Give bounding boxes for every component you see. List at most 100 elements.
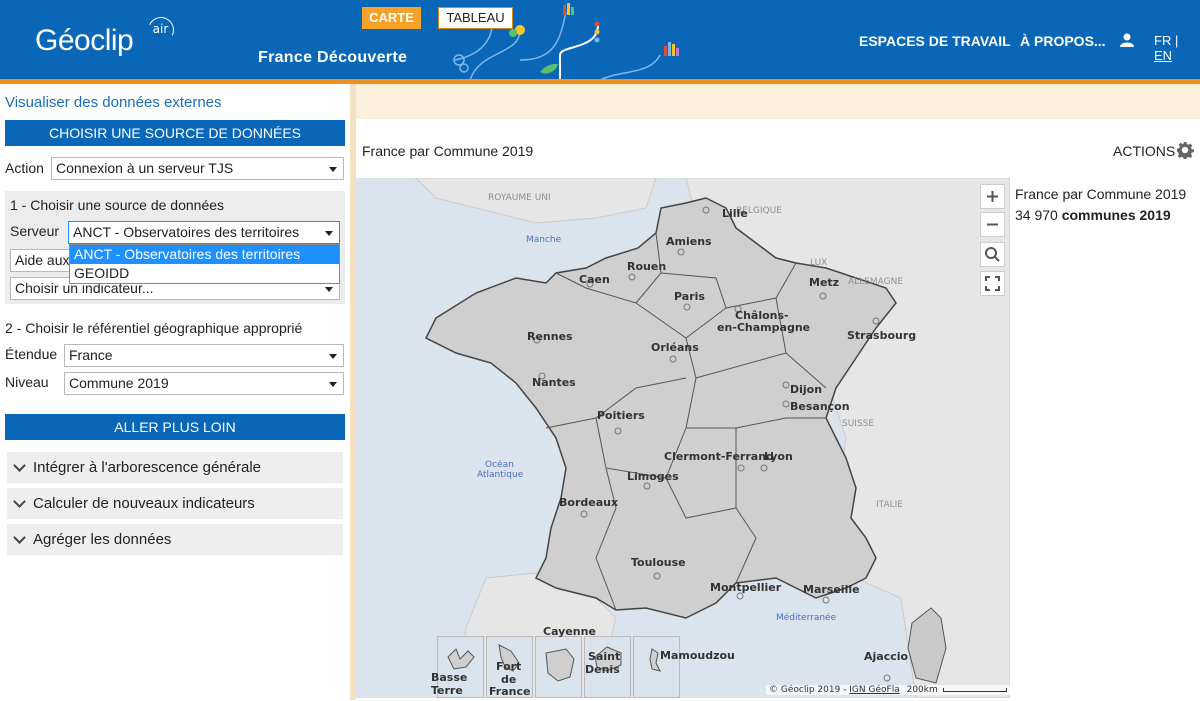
user-icon[interactable] <box>1120 33 1134 47</box>
chevron-down-icon <box>325 287 333 292</box>
app-logo[interactable]: Géoclip <box>35 24 134 58</box>
map-canvas[interactable] <box>356 178 1010 698</box>
map-city-label: Rennes <box>527 330 573 343</box>
map-country-label: LUX <box>810 258 828 268</box>
map-attribution: © Géoclip 2019 - IGN GéoFla 200km <box>766 685 1010 695</box>
map-country-label: ALLEMAGNE <box>848 277 904 287</box>
inset-label: Cayenne <box>543 625 596 638</box>
action-label: Action <box>5 160 44 176</box>
search-icon <box>985 247 1000 262</box>
legend-unit: communes 2019 <box>1061 207 1171 223</box>
nav-workspaces-link[interactable]: ESPACES DE TRAVAIL <box>859 33 1011 49</box>
legend-count: 34 970 <box>1015 207 1058 223</box>
tab-map[interactable]: CARTE <box>362 7 421 29</box>
step2-label: 2 - Choisir le référentiel géographique … <box>5 320 303 336</box>
map-city-label: Amiens <box>666 235 712 248</box>
legend-count-row: 34 970 communes 2019 <box>1015 207 1171 223</box>
server-select[interactable]: ANCT - Observatoires des territoires <box>68 221 340 244</box>
map-city-label: Metz <box>809 276 840 289</box>
zoom-out-button[interactable] <box>980 212 1005 237</box>
nav-about-link[interactable]: À PROPOS... <box>1020 33 1106 49</box>
map-sea-label: Océan <box>485 460 514 470</box>
inset-label: France <box>489 685 531 698</box>
scale-bar <box>942 687 1007 692</box>
inset-label: Basse <box>431 671 468 684</box>
chevron-down-icon <box>325 231 333 236</box>
map-city-label: Strasbourg <box>847 329 917 342</box>
map-city-label: Lyon <box>764 450 793 463</box>
server-option-anct[interactable]: ANCT - Observatoires des territoires <box>70 245 339 264</box>
map-city-label: Paris <box>674 290 705 303</box>
panel-title: Visualiser des données externes <box>5 94 222 111</box>
legend-title: France par Commune 2019 <box>1015 186 1187 202</box>
inset-mayotte[interactable] <box>633 636 680 698</box>
server-label: Serveur <box>10 223 60 239</box>
accordion-calculate[interactable]: Calculer de nouveaux indicateurs <box>7 488 343 519</box>
view-tabs <box>356 84 1200 119</box>
map-country-label: SUISSE <box>842 419 875 429</box>
map-city-label: Toulouse <box>631 556 686 569</box>
map-city-label: Montpellier <box>710 581 782 594</box>
site-title: France Découverte <box>258 49 408 66</box>
chevron-down-icon <box>329 167 337 172</box>
map-scale: 200km <box>906 685 938 695</box>
minus-icon <box>987 223 998 226</box>
gear-icon[interactable] <box>1176 141 1194 159</box>
map-city-label: Dijon <box>790 383 823 396</box>
chevron-down-icon <box>13 459 26 472</box>
step1-label: 1 - Choisir une source de données <box>10 197 225 213</box>
lang-en-link[interactable]: EN <box>1154 48 1172 63</box>
server-dropdown-list: ANCT - Observatoires des territoires GEO… <box>69 244 340 284</box>
accordion-integrate[interactable]: Intégrer à l'arborescence générale <box>7 452 343 483</box>
app-header: Géoclip air France Découverte ESPACES DE… <box>0 0 1200 80</box>
section-source-header: CHOISIR UNE SOURCE DE DONNÉES <box>5 120 345 146</box>
inset-label: Terre <box>431 684 463 697</box>
zoom-in-button[interactable] <box>980 184 1005 209</box>
inset-label: Fort <box>496 660 522 673</box>
lang-separator: | <box>1174 33 1179 48</box>
map-city-label: Clermont-Ferrand <box>664 450 774 463</box>
map-city-label: Poitiers <box>597 409 645 422</box>
map-title: France par Commune 2019 <box>362 143 534 159</box>
map-city-label: Caen <box>579 273 610 286</box>
map-city-label: Besançon <box>790 400 850 413</box>
level-label: Niveau <box>5 374 49 390</box>
server-option-geoidd[interactable]: GEOIDD <box>70 264 339 283</box>
chevron-down-icon <box>13 495 26 508</box>
lang-fr-link[interactable]: FR <box>1154 33 1171 48</box>
fullscreen-icon <box>985 276 1000 291</box>
map-city-label: en-Champagne <box>717 321 811 334</box>
inset-guyane[interactable] <box>535 636 582 698</box>
map-sea-label: Méditerranée <box>776 613 837 623</box>
map-search-button[interactable] <box>980 242 1005 267</box>
inset-label: Mamoudzou <box>660 649 735 662</box>
map-sea-label: Manche <box>526 235 562 245</box>
map-city-label: Bordeaux <box>559 496 619 509</box>
plus-icon <box>987 191 998 202</box>
extent-select[interactable]: France <box>64 344 344 367</box>
map-city-label: Ajaccio <box>864 650 909 663</box>
sidebar-panel: Visualiser des données externes CHOISIR … <box>0 84 350 700</box>
section-more-header: ALLER PLUS LOIN <box>5 414 345 440</box>
map-city-label: Orléans <box>651 341 699 354</box>
chevron-down-icon <box>13 531 26 544</box>
map-country-label: ROYAUME UNI <box>488 193 551 203</box>
map-sea-label: Atlantique <box>477 470 524 480</box>
fullscreen-button[interactable] <box>980 271 1005 296</box>
map-city-label: Nantes <box>532 376 576 389</box>
accordion-aggregate[interactable]: Agréger les données <box>7 524 343 555</box>
action-select[interactable]: Connexion à un serveur TJS <box>51 157 344 180</box>
chevron-down-icon <box>329 382 337 387</box>
inset-label: Saint <box>588 650 621 663</box>
extent-label: Étendue <box>5 346 58 362</box>
attribution-link[interactable]: IGN GéoFla <box>849 685 899 695</box>
map-city-label: Lille <box>722 207 748 220</box>
level-select[interactable]: Commune 2019 <box>64 372 344 395</box>
map-city-label: Limoges <box>627 470 679 483</box>
map-drawing <box>415 178 1010 698</box>
map-city-label: Rouen <box>627 260 667 273</box>
inset-label: Denis <box>585 663 620 676</box>
actions-button[interactable]: ACTIONS <box>1113 143 1175 159</box>
map-city-label: Marseille <box>803 583 860 596</box>
tab-table[interactable]: TABLEAU <box>438 7 513 29</box>
